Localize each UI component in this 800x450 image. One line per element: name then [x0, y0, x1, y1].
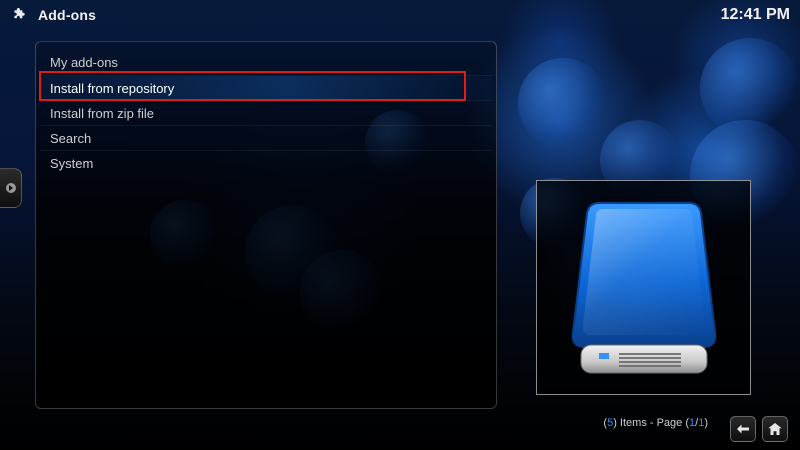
back-button[interactable] — [730, 416, 756, 442]
items-label: Items - Page — [619, 417, 683, 429]
home-button[interactable] — [762, 416, 788, 442]
pagination-status: (5) Items - Page (1/1) — [603, 417, 708, 429]
clock-time: 12:41 PM — [720, 6, 790, 23]
header-title-wrap: Add-ons — [12, 6, 96, 24]
preview-pane — [536, 180, 751, 395]
page-current: 1 — [689, 417, 696, 429]
menu-item-search[interactable]: Search — [40, 125, 492, 150]
page-total: 1 — [698, 417, 705, 429]
menu-item-system[interactable]: System — [40, 150, 492, 175]
menu-item-label: My add-ons — [50, 55, 118, 70]
sidebar-toggle-tab[interactable] — [0, 168, 22, 208]
back-arrow-icon — [737, 424, 749, 434]
arrow-right-icon — [5, 183, 16, 193]
menu-item-label: Install from repository — [50, 80, 175, 96]
menu-item-install-from-repository[interactable]: Install from repository — [40, 75, 492, 100]
menu-item-label: Install from zip file — [50, 105, 155, 121]
menu-item-my-addons[interactable]: My add-ons — [40, 50, 492, 75]
top-bar: Add-ons 12:41 PM — [0, 0, 800, 30]
items-count: 5 — [607, 417, 614, 429]
page-title: Add-ons — [38, 7, 97, 23]
menu-item-label: System — [50, 155, 94, 171]
menu-item-label: Search — [50, 130, 92, 146]
addons-menu: My add-ons Install from repository Insta… — [40, 50, 492, 175]
menu-item-install-from-zip-file[interactable]: Install from zip file — [40, 100, 492, 125]
home-icon — [768, 423, 782, 435]
hard-drive-icon — [571, 201, 716, 373]
footer-bar: (5) Items - Page (1/1) — [0, 410, 800, 450]
puzzle-icon — [12, 6, 30, 24]
addons-menu-panel: My add-ons Install from repository Insta… — [35, 41, 497, 409]
